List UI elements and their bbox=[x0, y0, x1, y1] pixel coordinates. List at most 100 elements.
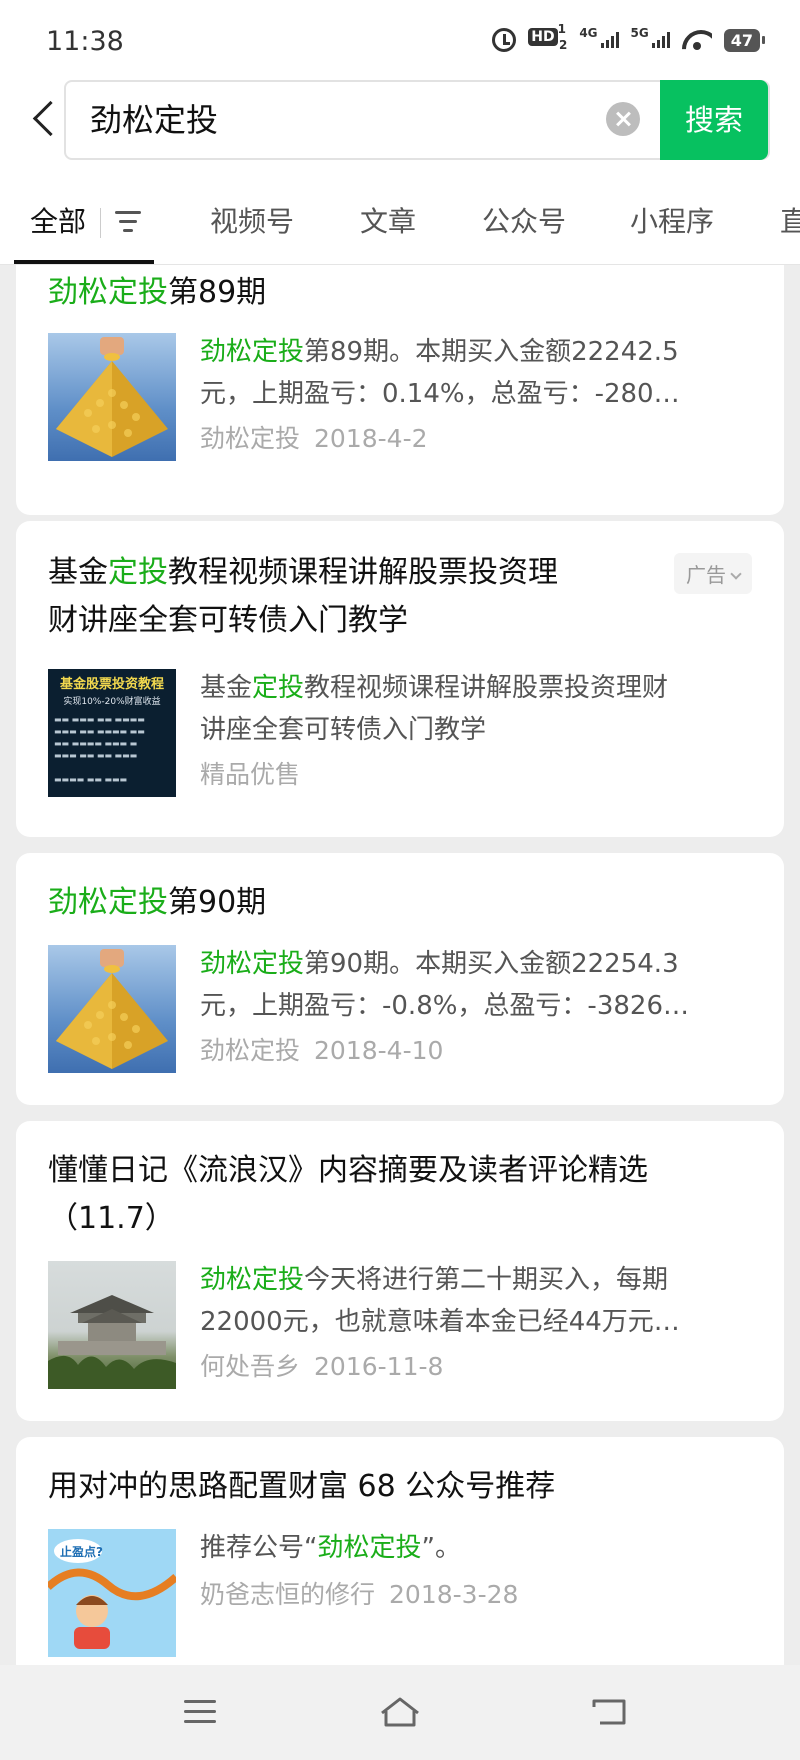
snippet-text: 讲座全套可转债入门教学 bbox=[200, 715, 487, 745]
title-text: 财讲座全套可转债入门教学 bbox=[48, 603, 408, 638]
title-highlight: 劲松定投 bbox=[48, 275, 168, 310]
thumb-title: 基金股票投资教程 bbox=[59, 677, 164, 692]
hd-superscript: 1 bbox=[557, 22, 566, 36]
result-title: 基金定投教程视频课程讲解股票投资理 财讲座全套可转债入门教学 bbox=[48, 549, 648, 645]
snippet-text: 推荐公号“ bbox=[200, 1533, 318, 1563]
tab-channels[interactable]: 视频号 bbox=[210, 200, 294, 240]
tab-mini-programs[interactable]: 小程序 bbox=[630, 200, 714, 240]
result-card-ad[interactable]: 基金定投教程视频课程讲解股票投资理 财讲座全套可转债入门教学 广告 基金股票投资… bbox=[16, 521, 784, 837]
result-card[interactable]: 劲松定投第90期 劲松定投第90期。本期买入金额22254.3 元，上期盈亏：-… bbox=[16, 853, 784, 1105]
result-snippet: 劲松定投今天将进行第二十期买入，每期 22000元，也就意味着本金已经44万元… bbox=[200, 1259, 760, 1343]
tab-live[interactable]: 直 bbox=[780, 200, 800, 240]
result-date: 2018-4-10 bbox=[314, 1036, 444, 1065]
status-icons: HD 1 2 4G 5G 47 bbox=[492, 22, 766, 52]
result-title: 用对冲的思路配置财富 68 公众号推荐 bbox=[48, 1469, 556, 1504]
active-tab-underline bbox=[14, 260, 154, 264]
coin-pyramid-image bbox=[56, 949, 168, 1069]
result-source: 奶爸志恒的修行 bbox=[200, 1580, 376, 1609]
snippet-text: 第89期。本期买入金额22242.5 bbox=[304, 337, 679, 367]
result-source: 精品优售 bbox=[200, 760, 301, 789]
back-button[interactable] bbox=[26, 100, 66, 140]
result-date: 2018-4-2 bbox=[314, 424, 428, 453]
snippet-text: 今天将进行第二十期买入，每期 bbox=[304, 1265, 669, 1295]
result-date: 2018-3-28 bbox=[389, 1580, 519, 1609]
hd-icon: HD bbox=[528, 28, 558, 46]
result-date: 2016-11-8 bbox=[314, 1352, 444, 1381]
search-header: 搜索 bbox=[0, 80, 800, 180]
signal-4g-icon: 4G bbox=[579, 26, 619, 48]
filter-icon[interactable] bbox=[100, 208, 142, 238]
status-bar: 11:38 HD 1 2 4G 5G 47 bbox=[0, 0, 800, 80]
snippet-highlight: 劲松定投 bbox=[200, 337, 305, 367]
search-input[interactable] bbox=[90, 82, 590, 158]
hd-subscript: 2 bbox=[558, 38, 568, 52]
title-text: 第90期 bbox=[168, 885, 267, 920]
tab-articles[interactable]: 文章 bbox=[360, 200, 416, 240]
category-tabs: 全部 视频号 文章 公众号 小程序 直 bbox=[0, 180, 800, 265]
title-text: （11.7） bbox=[48, 1201, 175, 1236]
result-snippet: 劲松定投第89期。本期买入金额22242.5 元，上期盈亏：0.14%，总盈亏：… bbox=[200, 331, 760, 415]
network-5g-label: 5G bbox=[630, 26, 649, 40]
result-snippet: 劲松定投第90期。本期买入金额22254.3 元，上期盈亏：-0.8%，总盈亏：… bbox=[200, 943, 760, 1027]
title-highlight: 定投 bbox=[108, 555, 168, 590]
battery-icon: 47 bbox=[723, 28, 766, 52]
home-icon[interactable] bbox=[370, 1687, 430, 1737]
back-nav-icon[interactable] bbox=[580, 1687, 640, 1737]
title-text: 教程视频课程讲解股票投资理 bbox=[168, 555, 558, 590]
clear-icon[interactable] bbox=[606, 102, 640, 136]
signal-bars-icon bbox=[600, 32, 619, 48]
network-4g-label: 4G bbox=[579, 26, 598, 40]
snippet-highlight: 定投 bbox=[252, 673, 305, 703]
result-title: 劲松定投第89期 bbox=[48, 269, 266, 317]
snippet-text: 22000元，也就意味着本金已经44万元… bbox=[200, 1307, 680, 1337]
thumb-decoration: ▬▬ ▬▬▬ ▬▬ ▬▬▬▬ ▬▬▬ ▬▬ ▬▬▬▬ ▬▬ ▬▬ ▬▬▬▬ ▬▬▬ … bbox=[54, 715, 145, 784]
signal-5g-icon: 5G bbox=[631, 26, 670, 48]
result-source: 劲松定投 bbox=[200, 424, 301, 453]
signal-bars-icon bbox=[651, 32, 670, 48]
title-highlight: 劲松定投 bbox=[48, 885, 168, 920]
snippet-text: 第90期。本期买入金额22254.3 bbox=[304, 949, 679, 979]
system-navigation-bar bbox=[0, 1665, 800, 1760]
title-text: 第89期 bbox=[168, 275, 267, 310]
snippet-text: 元，上期盈亏：-0.8%，总盈亏：-3826… bbox=[200, 991, 689, 1021]
chevron-down-icon bbox=[730, 568, 742, 580]
snippet-highlight: 劲松定投 bbox=[200, 949, 305, 979]
result-thumbnail bbox=[48, 1261, 176, 1389]
cartoon-caption: 止盈点? bbox=[60, 1545, 103, 1559]
tab-all[interactable]: 全部 bbox=[30, 200, 86, 240]
result-thumbnail: 基金股票投资教程 实现10%-20%财富收益 ▬▬ ▬▬▬ ▬▬ ▬▬▬▬ ▬▬▬… bbox=[48, 669, 176, 797]
snippet-highlight: 劲松定投 bbox=[317, 1533, 422, 1563]
snippet-text: 教程视频课程讲解股票投资理财 bbox=[304, 673, 669, 703]
result-meta: 何处吾乡 2016-11-8 bbox=[200, 1347, 443, 1383]
coin-pyramid-image bbox=[56, 337, 168, 457]
result-meta: 劲松定投 2018-4-10 bbox=[200, 1031, 443, 1067]
tab-official-accounts[interactable]: 公众号 bbox=[482, 200, 566, 240]
snippet-text: 元，上期盈亏：0.14%，总盈亏：-280… bbox=[200, 379, 680, 409]
search-results: 劲松定投第89期 劲松定投第89期。本期买入金额22242.5 元，上期盈亏：0… bbox=[0, 265, 800, 1665]
result-meta: 奶爸志恒的修行 2018-3-28 bbox=[200, 1575, 518, 1611]
result-card[interactable]: 劲松定投第89期 劲松定投第89期。本期买入金额22242.5 元，上期盈亏：0… bbox=[16, 265, 784, 515]
status-time: 11:38 bbox=[46, 26, 124, 57]
result-thumbnail bbox=[48, 333, 176, 461]
thumb-subtitle: 实现10%-20%财富收益 bbox=[63, 697, 161, 707]
result-thumbnail: 止盈点? bbox=[48, 1529, 176, 1657]
ad-badge[interactable]: 广告 bbox=[674, 553, 752, 594]
result-title: 懂懂日记《流浪汉》内容摘要及读者评论精选 （11.7） bbox=[48, 1147, 758, 1243]
result-thumbnail bbox=[48, 945, 176, 1073]
result-source: 劲松定投 bbox=[200, 1036, 301, 1065]
palace-image bbox=[48, 1295, 176, 1389]
title-text: 基金 bbox=[48, 555, 108, 590]
wifi-icon bbox=[682, 28, 712, 52]
ad-label: 广告 bbox=[686, 563, 726, 587]
search-button[interactable]: 搜索 bbox=[660, 80, 768, 160]
alarm-icon bbox=[492, 28, 517, 52]
snippet-highlight: 劲松定投 bbox=[200, 1265, 305, 1295]
snippet-text: 基金 bbox=[200, 673, 253, 703]
result-meta: 劲松定投 2018-4-2 bbox=[200, 419, 428, 455]
title-text: 懂懂日记《流浪汉》内容摘要及读者评论精选 bbox=[48, 1153, 648, 1188]
menu-icon[interactable] bbox=[170, 1687, 230, 1737]
result-snippet: 基金定投教程视频课程讲解股票投资理财 讲座全套可转债入门教学 bbox=[200, 667, 760, 751]
result-card[interactable]: 用对冲的思路配置财富 68 公众号推荐 止盈点? 推荐公号“劲松定投”。 奶爸志… bbox=[16, 1437, 784, 1665]
result-card[interactable]: 懂懂日记《流浪汉》内容摘要及读者评论精选 （11.7） 劲松定投今天将进行第二十… bbox=[16, 1121, 784, 1421]
result-title: 劲松定投第90期 bbox=[48, 879, 266, 927]
